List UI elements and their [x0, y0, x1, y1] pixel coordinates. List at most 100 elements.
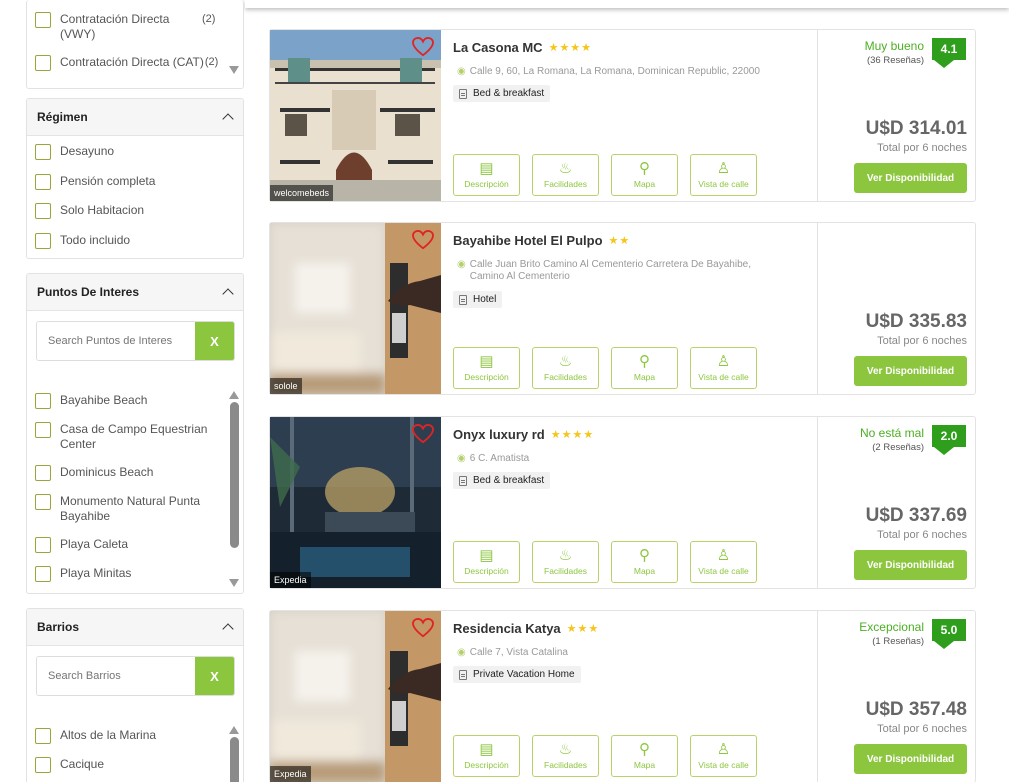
street-view-button[interactable]: ♙ Vista de calle — [690, 541, 757, 583]
filter-option[interactable]: Altos de la Marina — [35, 728, 156, 744]
map-button[interactable]: ⚲ Mapa — [611, 154, 678, 196]
filter-option[interactable]: Dominicus Beach — [35, 465, 153, 481]
filter-option[interactable]: Casa de Campo Equestrian Center — [35, 422, 220, 452]
filter-option[interactable]: Solo Habitacion — [35, 203, 144, 219]
filter-option[interactable]: Contratación Directa (CAT) (2) — [35, 55, 218, 71]
checkbox[interactable] — [35, 174, 51, 190]
hotel-photo[interactable]: Expedia — [270, 417, 441, 588]
checkbox[interactable] — [35, 728, 51, 744]
checkbox[interactable] — [35, 144, 51, 160]
facilities-button[interactable]: ♨ Facilidades — [532, 541, 599, 583]
checkbox[interactable] — [35, 393, 51, 409]
hotel-name[interactable]: Onyx luxury rd — [453, 427, 545, 442]
filter-option[interactable]: Desayuno — [35, 144, 114, 160]
scrollbar[interactable] — [229, 391, 239, 587]
scroll-thumb[interactable] — [229, 737, 239, 782]
rating-score-badge: 2.0 — [932, 425, 966, 455]
facilities-button[interactable]: ♨ Facilidades — [532, 347, 599, 389]
chevron-up-icon[interactable] — [223, 112, 233, 122]
facilities-button[interactable]: ♨ Facilidades — [532, 154, 599, 196]
checkbox[interactable] — [35, 537, 51, 553]
filter-option[interactable]: Playa Caleta — [35, 537, 128, 553]
facilities-button[interactable]: ♨ Facilidades — [532, 735, 599, 777]
hotel-photo[interactable]: solole — [270, 223, 441, 394]
hotel-pricing: Muy bueno (36 Reseñas) 4.1 U$D 314.01 To… — [817, 30, 976, 201]
scroll-up-icon[interactable] — [229, 391, 239, 399]
description-button[interactable]: ▤ Descripción — [453, 154, 520, 196]
hotel-stars: ★★★★ — [550, 429, 595, 441]
hotel-info: Residencia Katya ★★★ ◉ Calle 7, Vista Cata… — [453, 611, 813, 782]
chevron-up-icon[interactable] — [223, 287, 233, 297]
filter-option[interactable]: Bayahibe Beach — [35, 393, 147, 409]
filter-option[interactable]: Playa Minitas — [35, 566, 131, 582]
puntos-search-input[interactable] — [37, 322, 195, 360]
map-button[interactable]: ⚲ Mapa — [611, 735, 678, 777]
regimen-filter-header[interactable]: Régimen — [27, 99, 243, 136]
scrollbar[interactable] — [229, 726, 239, 782]
hotel-type-badge: Bed & breakfast — [453, 472, 551, 489]
checkbox[interactable] — [35, 494, 51, 510]
description-label: Descripción — [464, 179, 509, 189]
availability-button[interactable]: Ver Disponibilidad — [854, 550, 967, 580]
filter-option-label: Casa de Campo Equestrian Center — [60, 422, 208, 451]
checkbox[interactable] — [35, 465, 51, 481]
price-nights: Total por 6 noches — [877, 335, 967, 347]
availability-button[interactable]: Ver Disponibilidad — [854, 744, 967, 774]
checkbox[interactable] — [35, 422, 51, 438]
scroll-up-icon[interactable] — [229, 726, 239, 734]
scroll-down-icon[interactable] — [229, 66, 239, 74]
favorite-heart-icon[interactable] — [412, 37, 434, 57]
map-button[interactable]: ⚲ Mapa — [611, 347, 678, 389]
hotel-name[interactable]: La Casona MC — [453, 40, 543, 55]
favorite-heart-icon[interactable] — [412, 424, 434, 444]
document-icon: ▤ — [479, 741, 494, 758]
scrollbar[interactable] — [229, 66, 239, 78]
barrios-search-input[interactable] — [37, 657, 195, 695]
street-view-button[interactable]: ♙ Vista de calle — [690, 735, 757, 777]
scroll-thumb[interactable] — [229, 402, 239, 548]
document-icon: ▤ — [479, 160, 494, 177]
hotel-name[interactable]: Bayahibe Hotel El Pulpo — [453, 233, 603, 248]
hotel-name[interactable]: Residencia Katya — [453, 621, 561, 636]
favorite-heart-icon[interactable] — [412, 230, 434, 250]
checkbox[interactable] — [35, 757, 51, 773]
puntos-search-button[interactable]: X — [195, 322, 234, 360]
filter-option[interactable]: Cacique — [35, 757, 104, 773]
filter-option[interactable]: Contratación Directa (VWY) — [35, 12, 180, 42]
availability-button[interactable]: Ver Disponibilidad — [854, 356, 967, 386]
checkbox[interactable] — [35, 233, 51, 249]
map-label: Mapa — [633, 566, 656, 576]
map-pin-icon: ◉ — [457, 453, 466, 464]
facilities-label: Facilidades — [544, 179, 587, 189]
checkbox[interactable] — [35, 55, 51, 71]
description-button[interactable]: ▤ Descripción — [453, 541, 520, 583]
checkbox[interactable] — [35, 12, 51, 28]
street-view-icon: ♙ — [716, 741, 731, 758]
checkbox[interactable] — [35, 203, 51, 219]
hotel-address-text: 6 C. Amatista — [469, 453, 530, 464]
document-icon — [459, 475, 467, 486]
map-button[interactable]: ⚲ Mapa — [611, 541, 678, 583]
hotel-photo[interactable]: Expedia — [270, 611, 441, 782]
description-button[interactable]: ▤ Descripción — [453, 735, 520, 777]
filter-option[interactable]: Monumento Natural Punta Bayahibe — [35, 494, 220, 524]
filter-option[interactable]: Pensión completa — [35, 174, 155, 190]
scroll-down-icon[interactable] — [229, 579, 239, 587]
availability-button[interactable]: Ver Disponibilidad — [854, 163, 967, 193]
checkbox[interactable] — [35, 566, 51, 582]
description-button[interactable]: ▤ Descripción — [453, 347, 520, 389]
hotel-photo[interactable]: welcomebeds — [270, 30, 441, 201]
barrios-filter-header[interactable]: Barrios — [27, 609, 243, 646]
favorite-heart-icon[interactable] — [412, 618, 434, 638]
street-view-button[interactable]: ♙ Vista de calle — [690, 154, 757, 196]
barrios-search-button[interactable]: X — [195, 657, 234, 695]
street-view-button[interactable]: ♙ Vista de calle — [690, 347, 757, 389]
street-view-label: Vista de calle — [698, 179, 749, 189]
filter-option[interactable]: Todo incluido — [35, 233, 130, 249]
bell-icon: ♨ — [558, 741, 573, 758]
street-view-label: Vista de calle — [698, 372, 749, 382]
puntos-filter-box: Puntos De Interes X Bayahibe Beach Casa … — [26, 273, 244, 594]
chevron-up-icon[interactable] — [223, 622, 233, 632]
header-shadow — [245, 0, 1009, 8]
puntos-filter-header[interactable]: Puntos De Interes — [27, 274, 243, 311]
